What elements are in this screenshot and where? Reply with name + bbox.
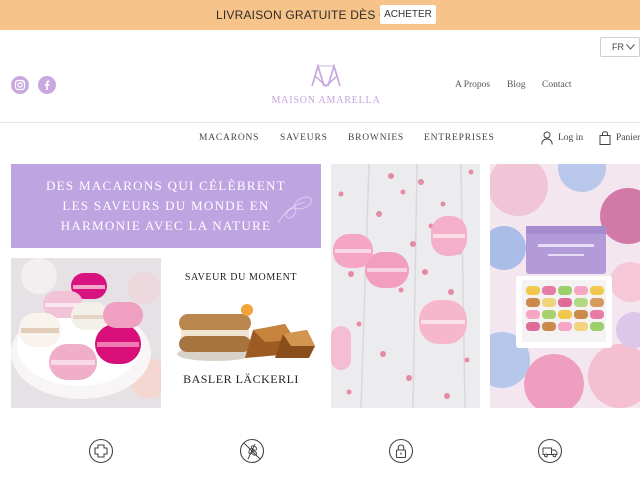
macaron-plate-image[interactable] xyxy=(11,258,161,408)
macaron-plate-illustration xyxy=(11,258,161,408)
nav-entreprises[interactable]: ENTREPRISES xyxy=(424,133,495,143)
header-divider xyxy=(0,122,640,123)
wheat-icon xyxy=(239,438,265,464)
hero-headline: DES MACARONS QUI CÉLÈBRENT LES SAVEURS D… xyxy=(45,178,286,233)
featured-flavor-card[interactable]: SAVEUR DU MOMENT BASLER LÄCKERLI xyxy=(161,258,321,408)
macarons-flowers-illustration xyxy=(331,164,480,408)
lackerli-product-illustration xyxy=(177,304,315,361)
brand-logo-icon[interactable] xyxy=(311,64,341,88)
nav-blog-link[interactable]: Blog xyxy=(507,80,525,90)
nav-saveurs[interactable]: SAVEURS xyxy=(280,133,328,143)
instagram-link[interactable] xyxy=(11,76,29,94)
brand-name[interactable]: MAISON AMARELLA xyxy=(258,95,394,106)
announcement-bar: LIVRAISON GRATUITE DÈS CHF 65 ACHETER xyxy=(0,0,640,30)
nav-contact-link[interactable]: Contact xyxy=(542,80,572,90)
plus-circle-icon xyxy=(88,438,114,464)
facebook-icon xyxy=(44,80,50,90)
cart-link[interactable]: Panier xyxy=(599,131,640,147)
featured-product-name: BASLER LÄCKERLI xyxy=(183,372,299,386)
gift-box-illustration xyxy=(490,164,640,408)
user-icon xyxy=(541,131,553,145)
nav-about-link[interactable]: A Propos xyxy=(455,80,490,90)
instagram-icon xyxy=(14,79,26,91)
login-link[interactable]: Log in xyxy=(541,131,591,147)
nav-macarons[interactable]: MACARONS xyxy=(199,133,259,143)
gift-box-image[interactable] xyxy=(490,164,640,408)
language-selector[interactable]: FR xyxy=(600,37,640,57)
shopping-bag-icon xyxy=(599,131,611,145)
featured-title: SAVEUR DU MOMENT xyxy=(184,272,298,283)
facebook-link[interactable] xyxy=(38,76,56,94)
delivery-truck-icon xyxy=(537,438,563,464)
chevron-down-icon xyxy=(626,44,635,50)
login-label: Log in xyxy=(558,133,584,143)
language-label: FR xyxy=(612,42,624,52)
shop-now-button[interactable]: ACHETER xyxy=(380,5,436,24)
cart-label: Panier xyxy=(616,133,640,143)
hero-banner[interactable]: DES MACARONS QUI CÉLÈBRENT LES SAVEURS D… xyxy=(11,164,321,248)
macarons-flowers-image[interactable] xyxy=(331,164,480,408)
nav-brownies[interactable]: BROWNIES xyxy=(348,133,404,143)
lock-icon xyxy=(388,438,414,464)
